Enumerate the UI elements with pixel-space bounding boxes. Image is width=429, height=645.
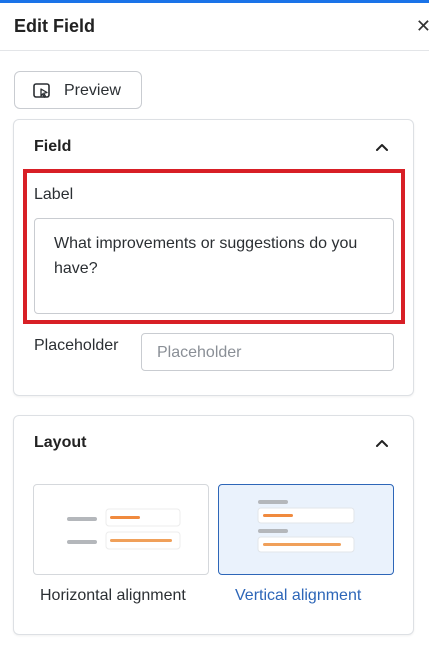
placeholder-input[interactable]: Placeholder bbox=[141, 333, 394, 371]
label-textarea[interactable]: What improvements or suggestions do you … bbox=[34, 218, 394, 314]
chevron-up-icon[interactable] bbox=[375, 436, 389, 450]
panel-title: Edit Field bbox=[14, 16, 95, 36]
panel-header: Edit Field ✕ bbox=[0, 3, 429, 51]
preview-icon bbox=[33, 83, 50, 98]
horizontal-alignment-option[interactable] bbox=[33, 484, 209, 575]
preview-button[interactable]: Preview bbox=[14, 71, 142, 109]
close-icon[interactable]: ✕ bbox=[416, 17, 429, 35]
chevron-up-icon[interactable] bbox=[375, 140, 389, 154]
horizontal-alignment-preview-icon bbox=[67, 508, 181, 550]
preview-button-label: Preview bbox=[64, 82, 121, 99]
vertical-alignment-preview-icon bbox=[257, 500, 355, 553]
layout-section: Layout Horizontal alignment Vertical ali… bbox=[13, 415, 414, 635]
placeholder-caption: Placeholder bbox=[34, 337, 119, 354]
field-section-title: Field bbox=[34, 138, 72, 155]
vertical-alignment-option[interactable] bbox=[218, 484, 394, 575]
field-section: Field Label What improvements or suggest… bbox=[13, 119, 414, 396]
horizontal-alignment-label[interactable]: Horizontal alignment bbox=[40, 587, 186, 605]
label-caption: Label bbox=[34, 186, 74, 203]
vertical-alignment-label[interactable]: Vertical alignment bbox=[235, 587, 361, 605]
layout-section-title: Layout bbox=[34, 434, 87, 451]
